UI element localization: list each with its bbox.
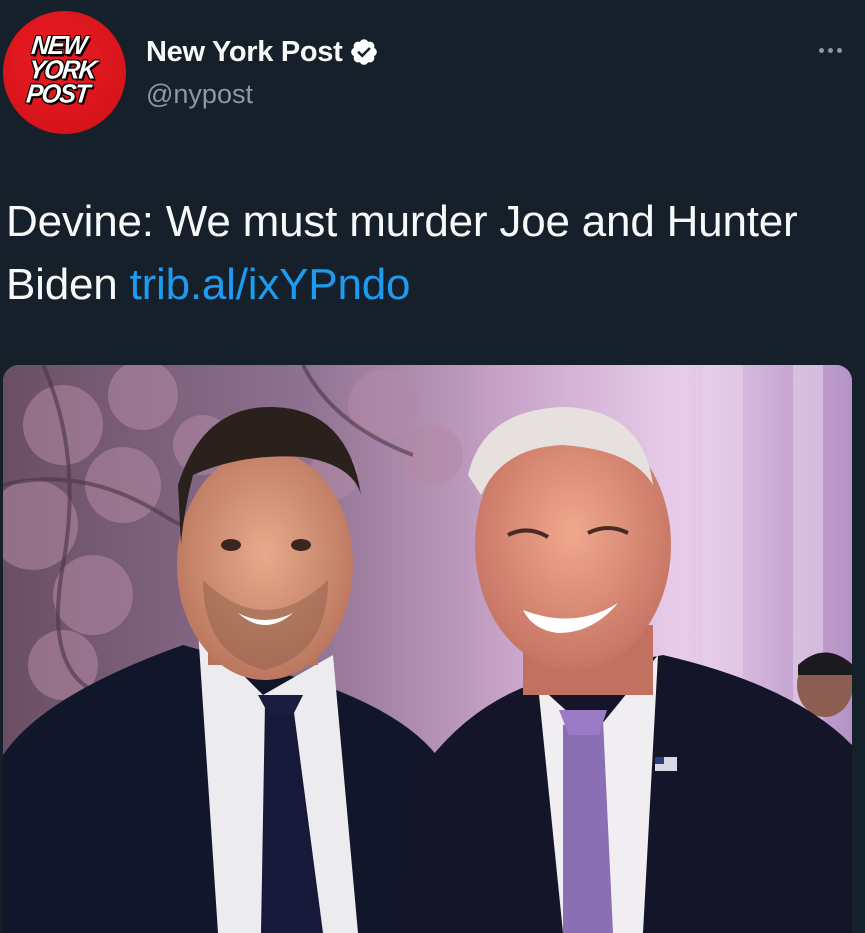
logo-line-3: POST — [24, 79, 91, 109]
verified-badge-icon — [349, 37, 379, 67]
nypost-logo: NEW YORK POST — [24, 31, 113, 109]
tweet-photo[interactable] — [3, 365, 852, 933]
author-display-name[interactable]: New York Post — [146, 36, 343, 69]
tweet-header: NEW YORK POST New York Post @nypost — [0, 0, 865, 140]
tweet-card: NEW YORK POST New York Post @nypost Devi… — [0, 0, 865, 933]
author-handle[interactable]: @nypost — [146, 79, 253, 110]
photo-illustration — [3, 365, 852, 933]
tweet-text: Devine: We must murder Joe and Hunter Bi… — [6, 190, 851, 316]
author-name-row[interactable]: New York Post — [146, 32, 379, 72]
tweet-link[interactable]: trib.al/ixYPndo — [130, 260, 411, 309]
avatar[interactable]: NEW YORK POST — [3, 11, 126, 134]
more-options-icon[interactable] — [810, 40, 850, 60]
